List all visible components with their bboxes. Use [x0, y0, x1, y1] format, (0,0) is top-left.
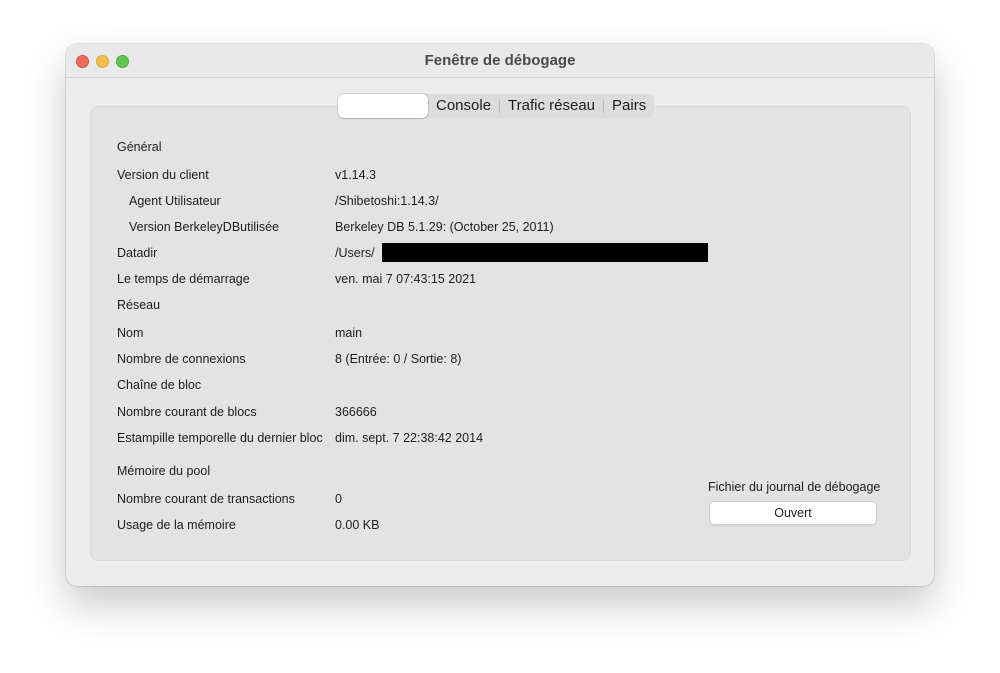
tab-information[interactable] [338, 94, 428, 118]
section-network: Réseau [91, 298, 910, 318]
section-label: Général [117, 140, 162, 154]
row-value: /Shibetoshi:1.14.3/ [335, 194, 439, 208]
row-connections: Nombre de connexions 8 (Entrée: 0 / Sort… [91, 352, 910, 372]
row-label: Agent Utilisateur [129, 194, 221, 208]
row-datadir: Datadir /Users/ [91, 243, 910, 266]
open-debug-log-button[interactable]: Ouvert [709, 501, 877, 525]
row-client-version: Version du client v1.14.3 [91, 168, 910, 188]
row-value: main [335, 326, 363, 340]
row-value: 366666 [335, 405, 377, 419]
row-label: Datadir [117, 246, 158, 260]
row-last-block-time: Estampille temporelle du dernier bloc di… [91, 431, 910, 451]
row-label: Nom [117, 326, 144, 340]
row-label: Version BerkeleyDButilisée [129, 220, 280, 234]
tab-peers[interactable]: Pairs [604, 94, 654, 118]
row-value: 8 (Entrée: 0 / Sortie: 8) [335, 352, 462, 366]
debug-log-label: Fichier du journal de débogage [708, 480, 881, 494]
row-network-name: Nom main [91, 326, 910, 346]
row-value: 0 [335, 492, 342, 506]
row-value: v1.14.3 [335, 168, 377, 182]
tab-network-traffic[interactable]: Trafic réseau [500, 94, 603, 118]
row-startup-time: Le temps de démarrage ven. mai 7 07:43:1… [91, 272, 910, 292]
row-user-agent: Agent Utilisateur /Shibetoshi:1.14.3/ [91, 194, 910, 214]
row-label: Nombre de connexions [117, 352, 246, 366]
title-bar: Fenêtre de débogage [66, 44, 934, 78]
row-block-count: Nombre courant de blocs 366666 [91, 405, 910, 425]
row-berkeley-version: Version BerkeleyDButilisée Berkeley DB 5… [91, 220, 910, 240]
window-title: Fenêtre de débogage [424, 52, 576, 69]
row-value: Berkeley DB 5.1.29: (October 25, 2011) [335, 220, 554, 234]
row-label: Le temps de démarrage [117, 272, 250, 286]
row-value: 0.00 KB [335, 518, 380, 532]
row-label: Nombre courant de blocs [117, 405, 257, 419]
tab-bar: Console Trafic réseau Pairs [338, 94, 655, 118]
row-value: dim. sept. 7 22:38:42 2014 [335, 431, 484, 445]
section-label: Chaîne de bloc [117, 378, 202, 392]
row-label: Usage de la mémoire [117, 518, 236, 532]
row-label: Estampille temporelle du dernier bloc [117, 431, 323, 445]
section-blockchain: Chaîne de bloc [91, 378, 910, 398]
row-value: /Users/ [335, 246, 375, 260]
section-general: Général [91, 140, 910, 160]
section-label: Réseau [117, 298, 161, 312]
row-value: ven. mai 7 07:43:15 2021 [335, 272, 477, 286]
information-panel: Général Version du client v1.14.3 Agent … [90, 106, 911, 561]
row-label: Version du client [117, 168, 209, 182]
debug-window: Fenêtre de débogage Général Version du c… [66, 44, 934, 586]
redaction-bar [382, 243, 708, 262]
row-label: Nombre courant de transactions [117, 492, 295, 506]
tab-console[interactable]: Console [428, 94, 499, 118]
section-label: Mémoire du pool [117, 464, 211, 478]
